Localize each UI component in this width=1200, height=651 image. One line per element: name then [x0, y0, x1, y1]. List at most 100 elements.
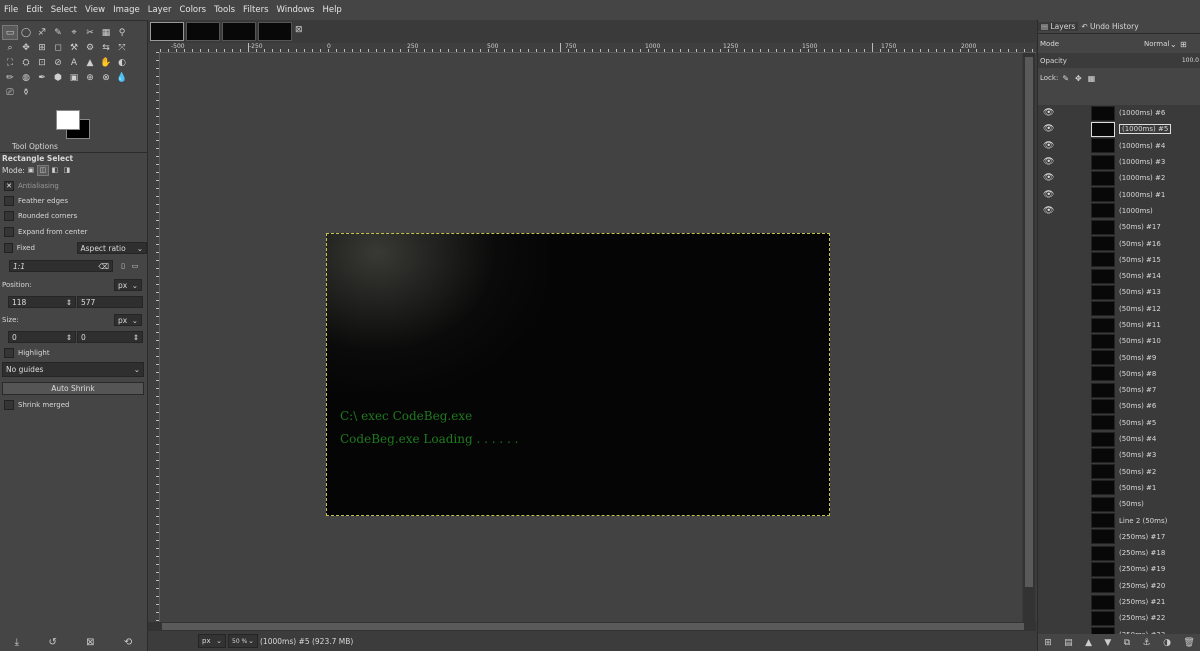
- menu-help[interactable]: Help: [318, 0, 345, 20]
- chevron-down-icon[interactable]: ⌄: [1170, 40, 1180, 49]
- spin-icon[interactable]: ⇕: [133, 333, 139, 342]
- tool-0-4-icon[interactable]: ⌖: [66, 25, 82, 40]
- tool-2-6-icon[interactable]: ✋: [98, 55, 114, 70]
- menu-file[interactable]: File: [0, 0, 22, 20]
- rounded-row[interactable]: Rounded corners: [0, 210, 147, 222]
- reset-icon[interactable]: ⟲: [124, 637, 132, 648]
- eye-icon[interactable]: 👁: [1043, 157, 1057, 167]
- layer-row[interactable]: 👁 (1000ms) #3: [1038, 154, 1200, 170]
- tool-4-1-icon[interactable]: ⚱: [18, 85, 34, 100]
- layer-row[interactable]: (250ms) #21: [1038, 594, 1200, 610]
- menu-edit[interactable]: Edit: [22, 0, 46, 20]
- tool-0-6-icon[interactable]: ▦: [98, 25, 114, 40]
- position-y-input[interactable]: 577: [77, 296, 143, 308]
- duplicate-layer-icon[interactable]: ⧉: [1124, 638, 1130, 648]
- tool-2-5-icon[interactable]: ▲: [82, 55, 98, 70]
- tool-2-3-icon[interactable]: ⊘: [50, 55, 66, 70]
- tool-0-2-icon[interactable]: ♐: [34, 25, 50, 40]
- zoom-dropdown[interactable]: 50 % ⌄: [228, 634, 258, 648]
- tool-1-5-icon[interactable]: ⚙: [82, 40, 98, 55]
- new-layer-icon[interactable]: ⊞: [1044, 638, 1052, 648]
- layer-row[interactable]: (50ms) #17: [1038, 219, 1200, 235]
- tool-options-tab[interactable]: Tool Options: [0, 140, 147, 153]
- image-tab[interactable]: [186, 22, 220, 41]
- raise-layer-icon[interactable]: ▲: [1085, 638, 1092, 648]
- delete-icon[interactable]: ⊠: [86, 637, 94, 648]
- lock-alpha-icon[interactable]: ▦: [1088, 74, 1096, 83]
- menu-colors[interactable]: Colors: [175, 0, 210, 20]
- tool-0-0-icon[interactable]: ▭: [2, 25, 18, 40]
- tool-2-0-icon[interactable]: ⛶: [2, 55, 18, 70]
- aspect-dropdown[interactable]: Aspect ratio ⌄: [76, 242, 147, 254]
- tab-undo-history[interactable]: ↶ Undo History: [1078, 22, 1141, 31]
- tool-3-0-icon[interactable]: ✏: [2, 70, 18, 85]
- tool-3-6-icon[interactable]: ⊗: [98, 70, 114, 85]
- tool-1-0-icon[interactable]: ⌕: [2, 40, 18, 55]
- mode-subtract-icon[interactable]: ◧: [49, 165, 61, 176]
- unit-dropdown[interactable]: px ⌄: [198, 634, 226, 648]
- menu-windows[interactable]: Windows: [273, 0, 319, 20]
- tool-3-1-icon[interactable]: ◍: [18, 70, 34, 85]
- feather-checkbox[interactable]: [4, 196, 14, 206]
- tool-3-3-icon[interactable]: ⬢: [50, 70, 66, 85]
- close-tabs-icon[interactable]: ⊠: [295, 25, 303, 35]
- horizontal-scroll-thumb[interactable]: [162, 623, 1024, 630]
- tool-2-2-icon[interactable]: ⊡: [34, 55, 50, 70]
- layer-row[interactable]: (50ms) #7: [1038, 382, 1200, 398]
- tool-0-1-icon[interactable]: ◯: [18, 25, 34, 40]
- layer-row[interactable]: (50ms) #9: [1038, 349, 1200, 366]
- highlight-checkbox[interactable]: [4, 348, 14, 358]
- layer-row[interactable]: (50ms) #14: [1038, 268, 1200, 284]
- menu-image[interactable]: Image: [109, 0, 144, 20]
- layer-row[interactable]: (50ms) #13: [1038, 284, 1200, 300]
- tool-1-6-icon[interactable]: ⇆: [98, 40, 114, 55]
- lock-pixels-icon[interactable]: ✎: [1062, 74, 1069, 83]
- layer-row[interactable]: (250ms) #18: [1038, 545, 1200, 561]
- image-tab[interactable]: [222, 22, 256, 41]
- layer-row[interactable]: (250ms) #17: [1038, 529, 1200, 545]
- tool-3-2-icon[interactable]: ✒: [34, 70, 50, 85]
- eye-icon[interactable]: 👁: [1043, 124, 1057, 134]
- layer-row[interactable]: (50ms) #16: [1038, 235, 1200, 252]
- tool-1-2-icon[interactable]: ⊞: [34, 40, 50, 55]
- size-unit-dropdown[interactable]: px ⌄: [114, 314, 142, 326]
- tool-1-7-icon[interactable]: ⤧: [114, 40, 130, 55]
- lock-position-icon[interactable]: ✥: [1075, 74, 1082, 83]
- tool-0-7-icon[interactable]: ⚲: [114, 25, 130, 40]
- mode-intersect-icon[interactable]: ◨: [61, 165, 73, 176]
- position-x-input[interactable]: 118 ⇕: [8, 296, 76, 308]
- anchor-icon[interactable]: ⚓: [1143, 638, 1151, 648]
- tool-2-7-icon[interactable]: ◐: [114, 55, 130, 70]
- antialiasing-checkbox[interactable]: ✕: [4, 181, 14, 191]
- save-preset-icon[interactable]: ⤓: [15, 637, 19, 648]
- spin-icon[interactable]: ⇕: [66, 333, 72, 342]
- menu-view[interactable]: View: [81, 0, 109, 20]
- rounded-checkbox[interactable]: [4, 211, 14, 221]
- menu-select[interactable]: Select: [47, 0, 81, 20]
- tool-2-4-icon[interactable]: A: [66, 55, 82, 70]
- auto-shrink-button[interactable]: Auto Shrink: [2, 381, 144, 395]
- mode-add-icon[interactable]: ◫: [36, 164, 49, 176]
- mode-replace-icon[interactable]: ▣: [25, 165, 37, 176]
- mask-icon[interactable]: ◑: [1163, 638, 1171, 648]
- fixed-checkbox[interactable]: [4, 243, 13, 253]
- eye-icon[interactable]: 👁: [1043, 206, 1057, 216]
- position-unit-dropdown[interactable]: px ⌄: [114, 279, 142, 291]
- feather-row[interactable]: Feather edges: [0, 195, 147, 207]
- vertical-scrollbar[interactable]: [1023, 53, 1035, 622]
- layer-row[interactable]: 👁 (1000ms) #1: [1038, 186, 1200, 203]
- menu-filters[interactable]: Filters: [239, 0, 272, 20]
- menu-layer[interactable]: Layer: [144, 0, 176, 20]
- layer-row[interactable]: (50ms) #1: [1038, 480, 1200, 496]
- layer-row[interactable]: (250ms) #19: [1038, 561, 1200, 577]
- lower-layer-icon[interactable]: ▼: [1104, 638, 1111, 648]
- tool-2-1-icon[interactable]: ⛭: [18, 55, 34, 70]
- portrait-icon[interactable]: ▯: [117, 259, 129, 274]
- shrink-merged-checkbox[interactable]: [4, 400, 14, 410]
- layer-row[interactable]: (50ms) #6: [1038, 398, 1200, 414]
- tool-3-4-icon[interactable]: ▣: [66, 70, 82, 85]
- layer-row[interactable]: (50ms) #5: [1038, 415, 1200, 431]
- landscape-icon[interactable]: ▭: [129, 259, 141, 274]
- layer-row[interactable]: 👁 (1000ms) #4: [1038, 138, 1200, 154]
- size-h-input[interactable]: 0 ⇕: [77, 331, 143, 343]
